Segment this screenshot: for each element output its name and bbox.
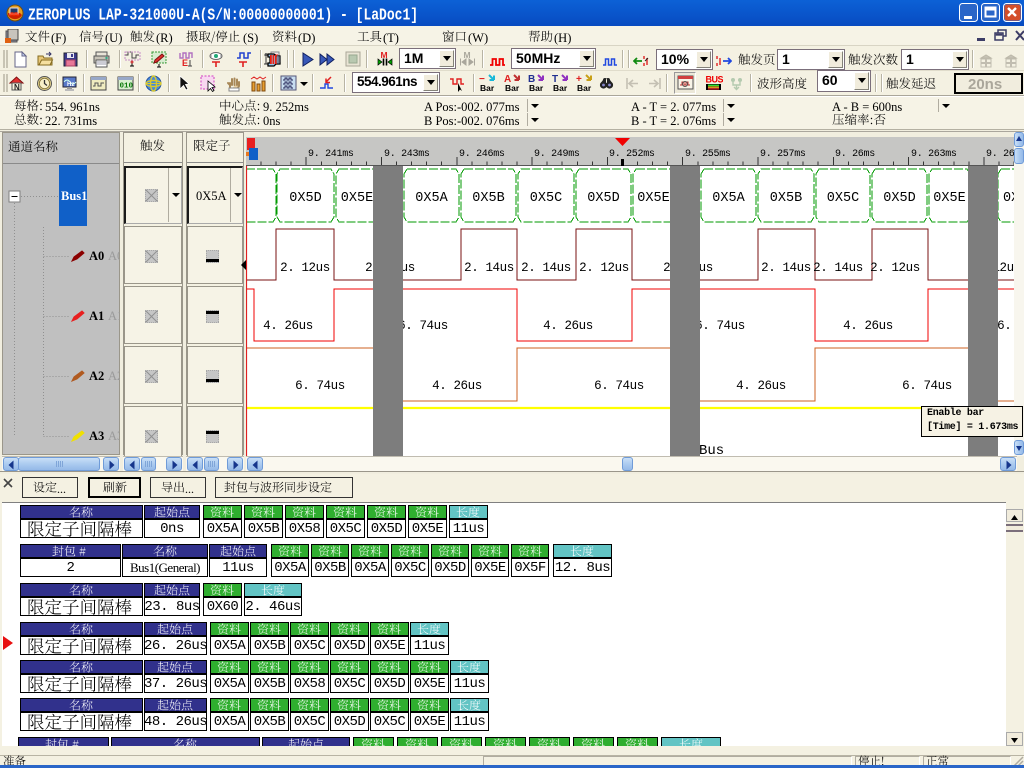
svg-text:Bus: Bus [699,443,724,456]
svg-text:2. 14us: 2. 14us [464,261,514,275]
svg-text:2. 14us: 2. 14us [813,261,863,275]
svg-text:0X5D: 0X5D [883,191,915,206]
svg-text:6. 74us: 6. 74us [695,319,745,333]
svg-text:Bar: Bar [529,83,544,93]
svg-text:Bar: Bar [553,83,568,93]
svg-text:Bar: Bar [480,83,495,93]
svg-text:6. 74us: 6. 74us [398,319,448,333]
svg-text:Bar: Bar [577,83,592,93]
svg-text:0X5D: 0X5D [289,191,321,206]
svg-text:0X: 0X [1003,191,1014,206]
svg-text:E: E [182,58,188,68]
svg-text:4. 26us: 4. 26us [843,319,893,333]
svg-text:6. 74us: 6. 74us [902,379,952,393]
svg-text:0X5E: 0X5E [637,191,669,206]
svg-text:0X5C: 0X5C [530,191,562,206]
svg-text:2. 14us: 2. 14us [521,261,571,275]
svg-text:2. 12us: 2. 12us [870,261,920,275]
svg-text:0X5A: 0X5A [415,191,448,206]
svg-text:2. 12us: 2. 12us [280,261,330,275]
svg-text:6. 74us: 6. 74us [295,379,345,393]
svg-text:4. 26us: 4. 26us [263,319,313,333]
svg-text:2. 12us: 2. 12us [579,261,629,275]
svg-text:0X5C: 0X5C [827,191,859,206]
svg-text:4. 26us: 4. 26us [736,379,786,393]
svg-text:BUS: BUS [706,75,724,85]
svg-text:6. 74us: 6. 74us [997,319,1014,333]
svg-text:6. 74us: 6. 74us [594,379,644,393]
svg-text:0X5B: 0X5B [770,191,802,206]
svg-text:0X5B: 0X5B [472,191,504,206]
svg-text:4. 26us: 4. 26us [543,319,593,333]
svg-text:0X5E: 0X5E [341,191,373,206]
svg-text:0X5D: 0X5D [587,191,619,206]
svg-text:0X5A: 0X5A [712,191,745,206]
svg-text:M: M [464,51,471,60]
svg-text:2. 14us: 2. 14us [761,261,811,275]
svg-text:N: N [14,83,20,92]
svg-text:Bar: Bar [505,83,520,93]
svg-text:010: 010 [120,83,134,91]
svg-text:4. 26us: 4. 26us [432,379,482,393]
svg-text:0X5E: 0X5E [933,191,965,206]
